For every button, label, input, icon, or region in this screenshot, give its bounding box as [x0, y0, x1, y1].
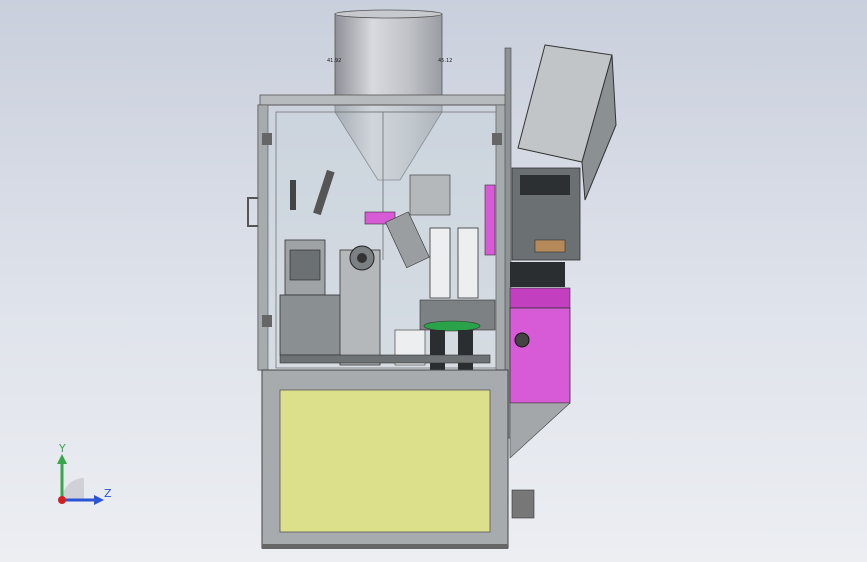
hopper-label-left: 41.92	[327, 58, 341, 64]
z-label: Z	[104, 487, 112, 500]
tube-feeder	[504, 44, 617, 519]
origin-dot	[58, 496, 66, 504]
lower-cabinet	[261, 369, 509, 549]
graphics-viewport[interactable]: 41.92 45.12 Y Z	[0, 0, 867, 562]
machine-model[interactable]: 41.92 45.12	[0, 0, 867, 562]
y-label: Y	[58, 442, 66, 455]
hopper-label-right: 45.12	[438, 58, 452, 64]
reference-triad: Y Z	[57, 442, 112, 505]
triad-plane	[62, 478, 84, 500]
